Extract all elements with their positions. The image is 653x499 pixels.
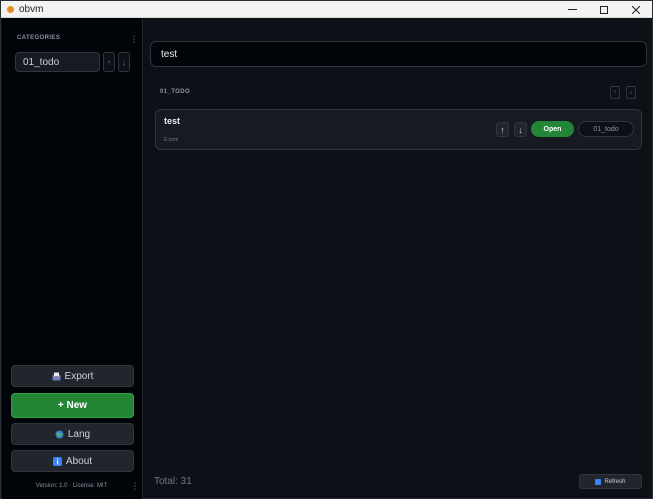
arrow-up-icon: ↑ xyxy=(500,124,505,135)
outbox-icon xyxy=(52,372,61,381)
move-up-button[interactable]: ↑ xyxy=(496,122,509,137)
app-logo-icon xyxy=(7,5,14,13)
open-button[interactable]: Open xyxy=(531,121,574,137)
search-input[interactable] xyxy=(150,41,647,67)
footer-separator: · xyxy=(69,483,72,489)
minimize-icon xyxy=(567,9,577,10)
license-text: License: MIT xyxy=(72,483,108,489)
vault-path: E:/pmi xyxy=(164,137,179,143)
category-move-down-button[interactable]: ↓ xyxy=(118,52,130,72)
maximize-button[interactable] xyxy=(588,1,620,18)
minimize-button[interactable] xyxy=(556,1,588,18)
close-button[interactable] xyxy=(620,1,652,18)
refresh-button[interactable]: Refresh xyxy=(579,474,642,489)
new-button[interactable]: + New xyxy=(11,393,134,418)
lang-label: Lang xyxy=(67,428,91,440)
more-vertical-icon[interactable] xyxy=(134,482,136,490)
move-down-button[interactable]: ↓ xyxy=(514,122,527,137)
close-icon xyxy=(632,5,640,14)
refresh-label: Refresh xyxy=(604,478,626,485)
refresh-icon xyxy=(595,478,602,485)
version-text: Version: 1.0 xyxy=(35,483,68,489)
group-move-up-button[interactable]: ↑ xyxy=(610,86,620,99)
new-label: + New xyxy=(57,400,88,411)
app-window: obvm CATEGORIES 01_todo ↑ ↓ Export + New xyxy=(0,0,653,499)
categories-header: CATEGORIES xyxy=(17,35,61,41)
arrow-up-icon: ↑ xyxy=(613,89,617,96)
globe-icon xyxy=(55,430,64,439)
vault-title: test xyxy=(164,116,181,126)
category-select[interactable]: 01_todo xyxy=(578,121,634,137)
category-move-up-button[interactable]: ↑ xyxy=(103,52,115,72)
lang-button[interactable]: Lang xyxy=(11,423,134,445)
version-info: Version: 1.0 · License: MIT xyxy=(1,483,142,489)
vault-card[interactable]: test E:/pmi ↑ ↓ Open 01_todo xyxy=(155,109,642,150)
arrow-down-icon: ↓ xyxy=(629,89,633,96)
about-button[interactable]: About xyxy=(11,450,134,472)
arrow-up-icon: ↑ xyxy=(107,57,111,67)
export-button[interactable]: Export xyxy=(11,365,134,387)
title-bar: obvm xyxy=(1,1,652,18)
arrow-down-icon: ↓ xyxy=(518,124,523,135)
group-header: 01_TODO xyxy=(160,89,191,95)
window-title: obvm xyxy=(19,3,44,15)
maximize-icon xyxy=(600,5,608,14)
total-count: Total: 31 xyxy=(154,476,192,487)
window-controls xyxy=(556,1,652,18)
group-move-down-button[interactable]: ↓ xyxy=(626,86,636,99)
about-label: About xyxy=(65,455,93,467)
info-icon xyxy=(52,456,62,466)
more-vertical-icon[interactable] xyxy=(133,35,135,43)
export-label: Export xyxy=(64,370,94,382)
arrow-down-icon: ↓ xyxy=(122,57,126,67)
category-item-01-todo[interactable]: 01_todo xyxy=(15,52,100,72)
